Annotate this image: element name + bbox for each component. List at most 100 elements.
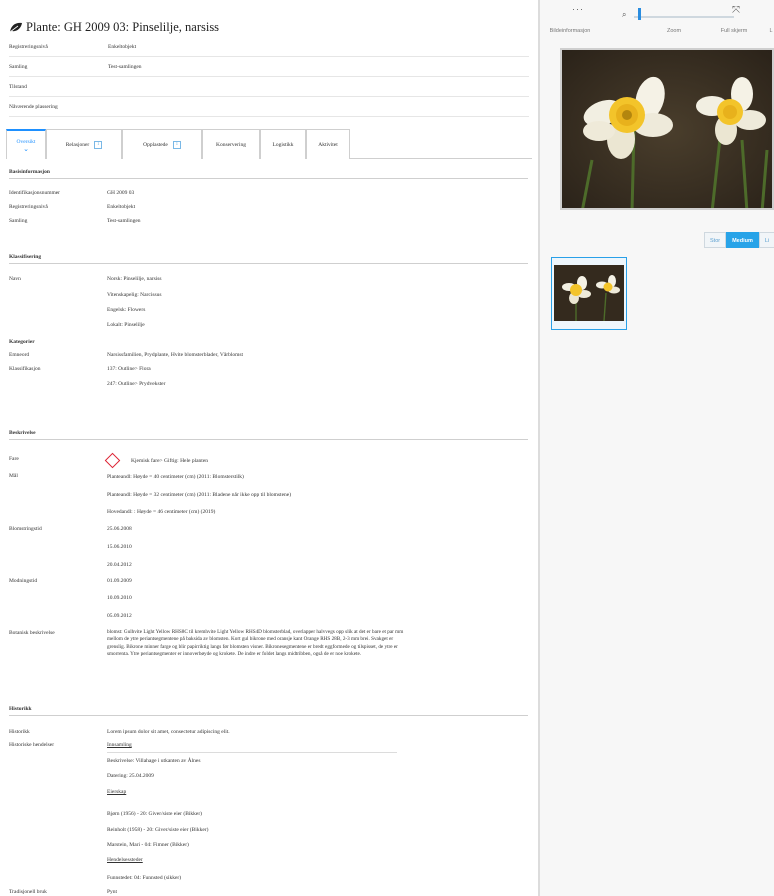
field-value: Narsissfamilien, Prydplante, Hvite bloms… xyxy=(107,352,244,358)
tab-label: Opplastede xyxy=(143,141,168,148)
owner-value: Reinholt (1958) - 20: Giver/siste eier (… xyxy=(107,827,209,833)
header-label: Registreringsnivå xyxy=(9,44,48,50)
section-description-heading: Beskrivelse xyxy=(9,430,528,440)
date-value: 10.09.2010 xyxy=(107,595,132,601)
zoom-label: Zoom xyxy=(666,28,682,34)
date-value: 01.09.2009 xyxy=(107,578,132,584)
tab-label: Oversikt xyxy=(16,138,36,145)
date-value: 05.09.2012 xyxy=(107,613,132,619)
field-label: Tradisjonell bruk xyxy=(9,889,47,895)
size-medium-button[interactable]: Medium xyxy=(726,232,759,248)
image-viewer-panel: ··· Bildeinformasjon ⌕ Zoom ⤧ Full skjer… xyxy=(540,0,774,896)
tab-label: Relasjoner xyxy=(65,141,90,148)
field-value: Lorem ipsum dolor sit amet, consectetur … xyxy=(107,729,230,735)
tab-label: Aktivitet xyxy=(318,141,338,148)
measure-value: Hovedandl: : Høyde = 46 centimeter (cm) … xyxy=(107,509,216,515)
tab-uploads[interactable]: Opplastede 1 xyxy=(122,129,202,159)
classification-value: 137: Outline> Flora xyxy=(107,366,151,372)
zoom-slider-track[interactable] xyxy=(634,16,734,18)
field-label: Klassifikasjon xyxy=(9,366,41,372)
page-title-text: Plante: GH 2009 03: Pinselilje, narsiss xyxy=(26,20,220,34)
leaf-icon xyxy=(9,22,23,37)
field-label: Samling xyxy=(9,218,28,224)
event-title-collection[interactable]: Innsamling xyxy=(107,742,132,748)
botanical-description: blomst: Gulhvite Light Yellow RHS8C til … xyxy=(107,629,404,658)
field-value: Enkeltobjekt xyxy=(107,204,136,210)
main-image[interactable] xyxy=(560,48,774,210)
field-label: Identifikasjonsnummer xyxy=(9,190,61,196)
chevron-down-icon: ⌄ xyxy=(23,144,29,153)
header-row-collection: Samling Test-samlingen xyxy=(9,57,529,77)
name-value: Engelsk: Flowers xyxy=(107,307,146,313)
tab-label: Logistikk xyxy=(272,141,294,148)
hazard-diamond-icon xyxy=(104,452,121,469)
more-icon[interactable]: ··· xyxy=(572,4,584,14)
size-small-button[interactable]: Li xyxy=(758,232,774,248)
field-label: Historikk xyxy=(9,729,30,735)
record-panel: Plante: GH 2009 03: Pinselilje, narsiss … xyxy=(0,0,538,896)
owner-value: Marstein, Mari - 04: Fimner (Bikker) xyxy=(107,842,189,848)
tab-activity[interactable]: Aktivitet xyxy=(306,129,350,159)
tab-badge: 1 xyxy=(172,140,181,149)
thumbnail-selected[interactable] xyxy=(551,257,627,330)
field-label: Modningstid xyxy=(9,578,38,584)
page-title: Plante: GH 2009 03: Pinselilje, narsiss xyxy=(9,20,219,37)
measure-value: Planteandl: Høyde = 32 centimeter (cm) (… xyxy=(107,492,292,498)
field-label: Fare xyxy=(9,456,19,462)
image-size-selector: Stor Medium Li xyxy=(704,232,774,248)
header-label: Samling xyxy=(9,64,28,70)
section-basis-heading: Basisinformasjon xyxy=(9,169,528,179)
fullscreen-button[interactable]: Full skjerm xyxy=(704,28,764,34)
image-info-button[interactable]: Bildeinformasjon xyxy=(540,28,600,34)
field-value: Pynt xyxy=(107,889,118,895)
tab-conservation[interactable]: Konservering xyxy=(202,129,260,159)
place-value: Funnstedet: 04: Funnsted (sikker) xyxy=(107,875,182,881)
tab-overview[interactable]: Oversikt ⌄ xyxy=(6,129,46,159)
tab-label: Konservering xyxy=(216,141,246,148)
field-value: GH 2009 03 xyxy=(107,190,135,196)
event-title-places[interactable]: Hendelsessteder xyxy=(107,857,143,863)
field-label: Navn xyxy=(9,276,21,282)
field-label: Emneord xyxy=(9,352,30,358)
header-value: Test-samlingen xyxy=(108,64,142,70)
header-row-location: Nåværende plassering xyxy=(9,97,529,117)
event-value: Beskrivelse: Villahage i utkanten av Åln… xyxy=(107,758,201,764)
header-row-condition: Tilstand xyxy=(9,77,529,97)
field-label: Blomstringstid xyxy=(9,526,42,532)
classification-value: 247: Outline> Prydvekster xyxy=(107,381,166,387)
name-value: Norsk: Pinselilje, narsiss xyxy=(107,276,162,282)
zoom-slider-handle[interactable] xyxy=(638,8,641,20)
tab-bar: Oversikt ⌄ Relasjoner 1 Opplastede 1 Kon… xyxy=(6,129,532,159)
search-icon: ⌕ xyxy=(622,10,627,19)
toolbar-overflow-label[interactable]: L xyxy=(766,28,774,34)
size-large-button[interactable]: Stor xyxy=(704,232,727,248)
header-value: Enkeltobjekt xyxy=(108,44,137,50)
thumbnail-image[interactable] xyxy=(554,265,624,321)
field-label: Historiske hendelser xyxy=(9,742,55,748)
date-value: 20.04.2012 xyxy=(107,562,132,568)
field-label: Mål xyxy=(9,473,18,479)
date-value: 15.06.2010 xyxy=(107,544,132,550)
section-classification-heading: Klassifisering xyxy=(9,254,528,264)
field-label: Kategorier xyxy=(9,339,35,345)
measure-value: Planteandl: Høyde = 40 centimeter (cm) (… xyxy=(107,474,244,480)
tab-relations[interactable]: Relasjoner 1 xyxy=(46,129,122,159)
owner-value: Bjørn (1956) - 20: Giver/siste eier (Bik… xyxy=(107,811,203,817)
divider xyxy=(107,752,397,753)
name-value: Lokalt: Pinselilje xyxy=(107,322,145,328)
event-title-ownership[interactable]: Eierskap xyxy=(107,789,126,795)
header-row-registration: Registreringsnivå Enkeltobjekt xyxy=(9,37,529,57)
field-value: Test-samlingen xyxy=(107,218,141,224)
field-label: Registreringsnivå xyxy=(9,204,48,210)
field-label: Botanisk beskrivelse xyxy=(9,630,55,636)
tab-logistics[interactable]: Logistikk xyxy=(260,129,306,159)
section-history-heading: Historikk xyxy=(9,706,528,716)
header-label: Nåværende plassering xyxy=(9,104,58,110)
field-value: Kjemisk fare> Giftig: Hele planten xyxy=(131,458,209,464)
name-value: Vitenskapelig: Narcissus xyxy=(107,292,162,298)
tab-badge: 1 xyxy=(94,140,103,149)
header-label: Tilstand xyxy=(9,84,27,90)
event-value: Datering: 25.04.2009 xyxy=(107,773,154,779)
date-value: 25.06.2008 xyxy=(107,526,132,532)
fullscreen-icon[interactable]: ⤧ xyxy=(732,5,740,16)
